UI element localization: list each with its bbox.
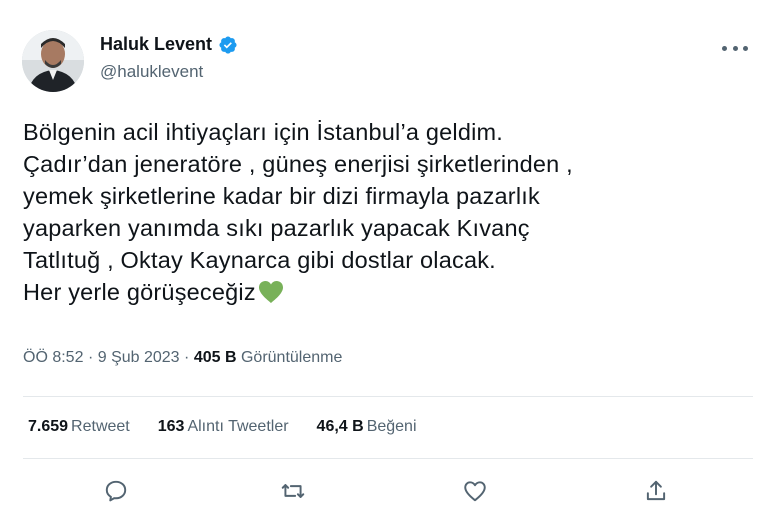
- tweet-time[interactable]: ÖÖ 8:52: [23, 349, 83, 366]
- quote-stat[interactable]: 163 Alıntı Tweetler: [158, 418, 289, 436]
- tweet-line-last: Her yerle görüşeceğiz: [23, 276, 753, 312]
- avatar[interactable]: [22, 30, 84, 92]
- share-icon[interactable]: [643, 478, 669, 504]
- tweet-line: yemek şirketlerine kadar bir dizi firmay…: [23, 183, 540, 209]
- like-count: 46,4 B: [316, 418, 364, 435]
- author-handle[interactable]: @haluklevent: [100, 62, 203, 82]
- quote-count: 163: [157, 418, 185, 435]
- tweet-line: yaparken yanımda sıkı pazarlık yapacak K…: [23, 215, 530, 241]
- quote-label: Alıntı Tweetler: [187, 418, 289, 435]
- like-icon[interactable]: [462, 478, 488, 504]
- tweet-line: Tatlıtuğ , Oktay Kaynarca gibi dostlar o…: [23, 247, 496, 273]
- reply-icon[interactable]: [103, 478, 129, 504]
- tweet-line: Çadır’dan jeneratöre , güneş enerjisi şi…: [23, 151, 573, 177]
- tweet-card: Haluk Levent @haluklevent Bölgenin acil …: [0, 0, 770, 514]
- green-heart-icon: [258, 280, 284, 312]
- tweet-line: Bölgenin acil ihtiyaçları için İstanbul’…: [23, 119, 504, 145]
- like-stat[interactable]: 46,4 B Beğeni: [317, 418, 417, 436]
- meta-separator: ·: [184, 349, 190, 366]
- tweet-meta: ÖÖ 8:52 · 9 Şub 2023 · 405 B Görüntülenm…: [23, 349, 342, 367]
- like-label: Beğeni: [366, 418, 417, 435]
- retweet-stat[interactable]: 7.659 Retweet: [28, 418, 130, 436]
- meta-separator: ·: [87, 349, 94, 366]
- divider: [23, 396, 753, 397]
- more-options-icon[interactable]: [722, 38, 748, 58]
- tweet-date[interactable]: 9 Şub 2023: [98, 349, 180, 366]
- retweet-count: 7.659: [28, 418, 69, 435]
- verified-badge-icon: [218, 35, 238, 55]
- tweet-text: Bölgenin acil ihtiyaçları için İstanbul’…: [23, 116, 753, 312]
- author-name-row: Haluk Levent: [100, 34, 238, 55]
- views-label: Görüntülenme: [240, 349, 343, 366]
- tweet-line-text: Her yerle görüşeceğiz: [23, 279, 256, 305]
- display-name[interactable]: Haluk Levent: [100, 34, 212, 55]
- retweet-label: Retweet: [71, 418, 130, 435]
- tweet-stats: 7.659 Retweet 163 Alıntı Tweetler 46,4 B Be…: [28, 418, 417, 436]
- action-bar: [0, 478, 770, 508]
- retweet-icon[interactable]: [280, 478, 306, 504]
- divider: [23, 458, 753, 459]
- views-count: 405 B: [193, 349, 237, 366]
- avatar-photo-icon: [22, 30, 84, 92]
